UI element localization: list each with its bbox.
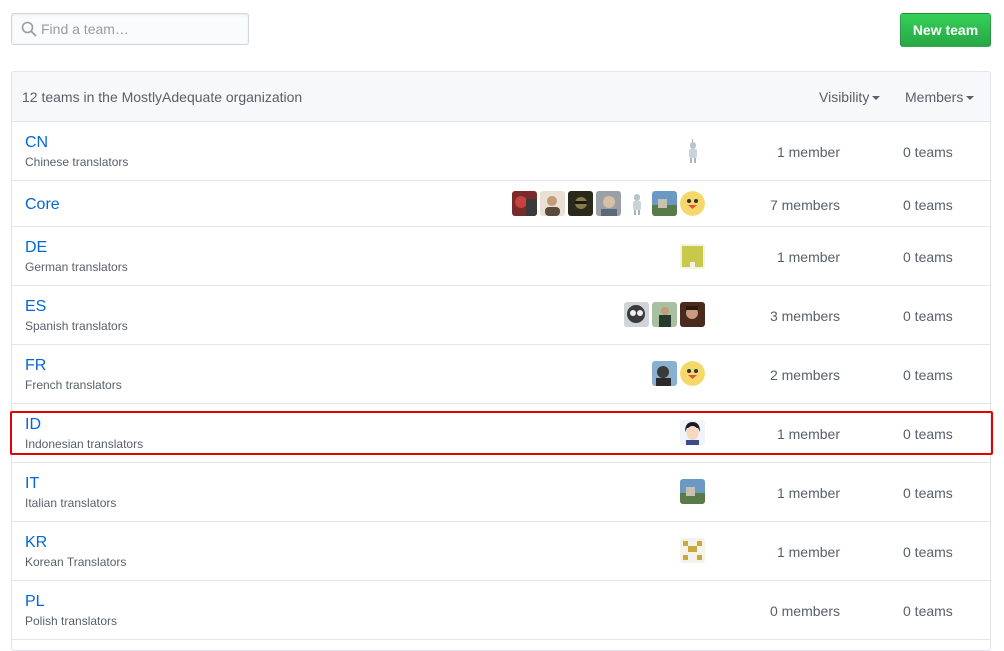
member-avatars: [680, 479, 705, 504]
team-description: Indonesian translators: [25, 437, 144, 451]
team-description: Italian translators: [25, 496, 117, 510]
child-team-count: 0 teams: [903, 197, 953, 213]
team-name-link[interactable]: IT: [25, 475, 39, 493]
child-team-count: 0 teams: [903, 485, 953, 501]
team-row: PL Polish translators 0 members 0 teams: [12, 581, 990, 640]
olive-identicon-avatar[interactable]: [680, 244, 705, 269]
man-photo-avatar[interactable]: [540, 191, 565, 216]
member-avatars: [680, 538, 705, 563]
child-team-count: 0 teams: [903, 144, 953, 160]
yellow-bird-avatar[interactable]: [680, 361, 705, 386]
team-name-link[interactable]: PL: [25, 593, 45, 611]
child-team-count: 0 teams: [903, 367, 953, 383]
child-team-count: 0 teams: [903, 249, 953, 265]
team-name-link[interactable]: FR: [25, 357, 46, 375]
team-row: Core 7 members 0 teams: [12, 181, 990, 227]
team-row: FR French translators 2 members 0 teams: [12, 345, 990, 404]
member-count: 1 member: [776, 426, 840, 442]
member-count: 1 member: [776, 144, 840, 160]
team-row: ES Spanish translators 3 members 0 teams: [12, 286, 990, 345]
team-name-link[interactable]: CN: [25, 134, 48, 152]
member-count: 3 members: [769, 308, 840, 324]
members-label: Members: [905, 89, 964, 105]
landscape-avatar[interactable]: [680, 479, 705, 504]
team-description: Chinese translators: [25, 155, 129, 169]
member-avatars: [512, 191, 705, 216]
team-name-link[interactable]: ID: [25, 416, 41, 434]
child-team-count: 0 teams: [903, 603, 953, 619]
team-name-link[interactable]: DE: [25, 239, 47, 257]
search-icon: [21, 21, 37, 37]
members-dropdown[interactable]: Members: [905, 89, 975, 105]
teams-list-header: 12 teams in the MostlyAdequate organizat…: [12, 72, 990, 122]
visibility-dropdown[interactable]: Visibility: [819, 89, 881, 105]
member-count: 1 member: [776, 249, 840, 265]
team-name-link[interactable]: Core: [25, 196, 60, 214]
member-count: 0 members: [769, 603, 840, 619]
team-row: ID Indonesian translators 1 member 0 tea…: [12, 404, 990, 463]
member-avatars: [680, 420, 705, 445]
chevron-down-icon: [872, 96, 881, 101]
search-box[interactable]: [11, 13, 249, 45]
gold-identicon-avatar[interactable]: [680, 538, 705, 563]
member-avatars: [652, 361, 705, 386]
member-count: 1 member: [776, 485, 840, 501]
team-description: Korean Translators: [25, 555, 127, 569]
anime-avatar[interactable]: [680, 420, 705, 445]
robot-avatar[interactable]: [680, 139, 705, 164]
member-count: 7 members: [769, 197, 840, 213]
team-name-link[interactable]: ES: [25, 298, 46, 316]
team-description: German translators: [25, 260, 128, 274]
member-count: 2 members: [769, 367, 840, 383]
member-avatars: [680, 139, 705, 164]
member-avatars: [680, 244, 705, 269]
yellow-bird-avatar[interactable]: [680, 191, 705, 216]
team-row: KR Korean Translators 1 member 0 teams: [12, 522, 990, 581]
teams-count-summary: 12 teams in the MostlyAdequate organizat…: [22, 89, 303, 105]
dark-photo-avatar[interactable]: [568, 191, 593, 216]
team-description: French translators: [25, 378, 122, 392]
landscape-avatar[interactable]: [652, 191, 677, 216]
team-row: CN Chinese translators 1 member 0 teams: [12, 122, 990, 181]
team-row: IT Italian translators 1 member 0 teams: [12, 463, 990, 522]
member-avatars: [624, 302, 705, 327]
chevron-down-icon: [966, 96, 975, 101]
red-photo-avatar[interactable]: [512, 191, 537, 216]
team-row: DE German translators 1 member 0 teams: [12, 227, 990, 286]
blue-photo-avatar[interactable]: [652, 361, 677, 386]
member-count: 1 member: [776, 544, 840, 560]
team-name-link[interactable]: KR: [25, 534, 47, 552]
child-team-count: 0 teams: [903, 544, 953, 560]
search-input[interactable]: [41, 14, 241, 44]
child-team-count: 0 teams: [903, 426, 953, 442]
man-photo-avatar[interactable]: [680, 302, 705, 327]
visibility-label: Visibility: [819, 89, 870, 105]
robot-avatar[interactable]: [624, 191, 649, 216]
outdoor-photo-avatar[interactable]: [652, 302, 677, 327]
new-team-button[interactable]: New team: [900, 13, 991, 47]
cartoon-avatar[interactable]: [624, 302, 649, 327]
team-description: Polish translators: [25, 614, 118, 628]
teams-list: 12 teams in the MostlyAdequate organizat…: [11, 71, 991, 651]
child-team-count: 0 teams: [903, 308, 953, 324]
gray-photo-avatar[interactable]: [596, 191, 621, 216]
team-description: Spanish translators: [25, 319, 128, 333]
